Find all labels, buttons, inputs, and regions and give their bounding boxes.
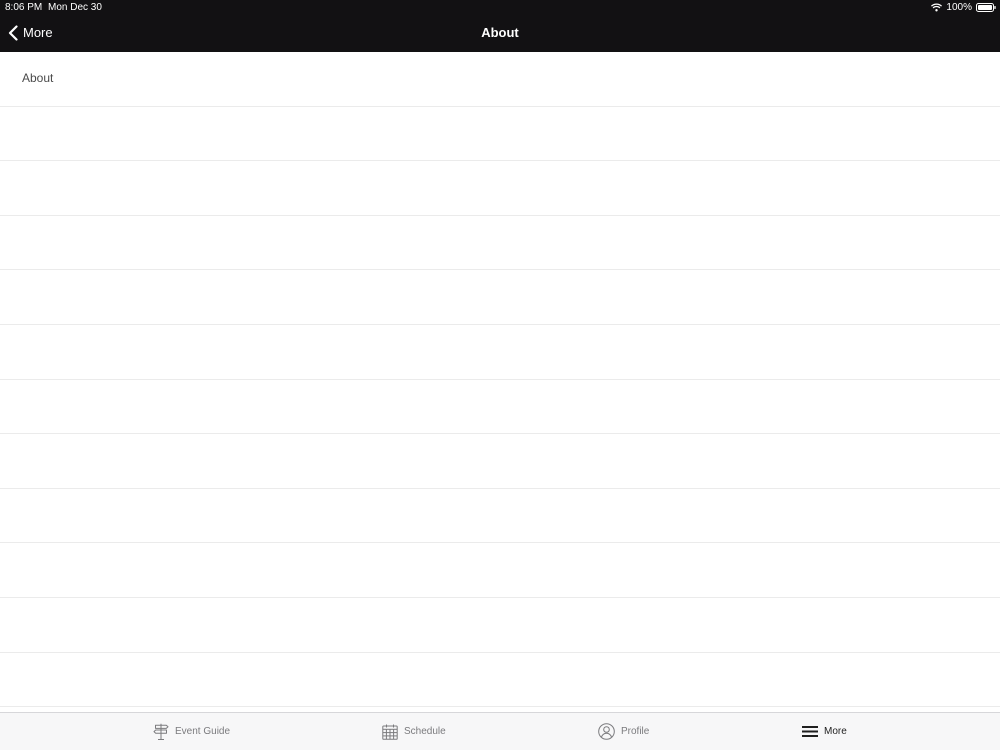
status-date: Mon Dec 30 bbox=[48, 2, 102, 13]
list-item bbox=[0, 598, 1000, 653]
page-title: About bbox=[481, 25, 519, 40]
calendar-icon bbox=[382, 724, 398, 740]
list-item-label: About bbox=[22, 71, 54, 85]
list-item bbox=[0, 216, 1000, 271]
tab-label: More bbox=[824, 726, 847, 737]
list-item bbox=[0, 543, 1000, 598]
list-item bbox=[0, 653, 1000, 708]
user-circle-icon bbox=[598, 723, 615, 740]
wifi-icon bbox=[931, 3, 943, 12]
list-item-about[interactable]: About bbox=[0, 52, 1000, 107]
tab-bar: Event Guide Schedule Profile More bbox=[0, 712, 1000, 750]
tab-label: Profile bbox=[621, 726, 650, 737]
header: 8:06 PM Mon Dec 30 100% About More bbox=[0, 0, 1000, 52]
tab-label: Schedule bbox=[404, 726, 446, 737]
list-item bbox=[0, 380, 1000, 435]
list-item bbox=[0, 270, 1000, 325]
status-time: 8:06 PM bbox=[5, 2, 43, 13]
signpost-icon bbox=[153, 723, 169, 740]
back-button[interactable]: More bbox=[8, 23, 53, 43]
list-item bbox=[0, 325, 1000, 380]
tab-profile[interactable]: Profile bbox=[598, 713, 649, 750]
battery-icon bbox=[976, 3, 996, 12]
battery-percent: 100% bbox=[946, 2, 972, 13]
about-list: About bbox=[0, 52, 1000, 712]
list-item bbox=[0, 107, 1000, 162]
status-bar: 8:06 PM Mon Dec 30 100% bbox=[0, 0, 1000, 15]
status-indicators: 100% bbox=[931, 0, 996, 15]
tab-schedule[interactable]: Schedule bbox=[382, 713, 446, 750]
tab-label: Event Guide bbox=[175, 726, 231, 737]
list-item bbox=[0, 434, 1000, 489]
menu-icon bbox=[802, 726, 818, 737]
tab-more[interactable]: More bbox=[802, 713, 847, 750]
list-item bbox=[0, 161, 1000, 216]
list-item bbox=[0, 489, 1000, 544]
back-button-label: More bbox=[23, 25, 53, 40]
chevron-left-icon bbox=[8, 25, 18, 41]
tab-event-guide[interactable]: Event Guide bbox=[153, 713, 230, 750]
navigation-bar: About More bbox=[0, 15, 1000, 52]
screen: 8:06 PM Mon Dec 30 100% About More About… bbox=[0, 0, 1000, 750]
